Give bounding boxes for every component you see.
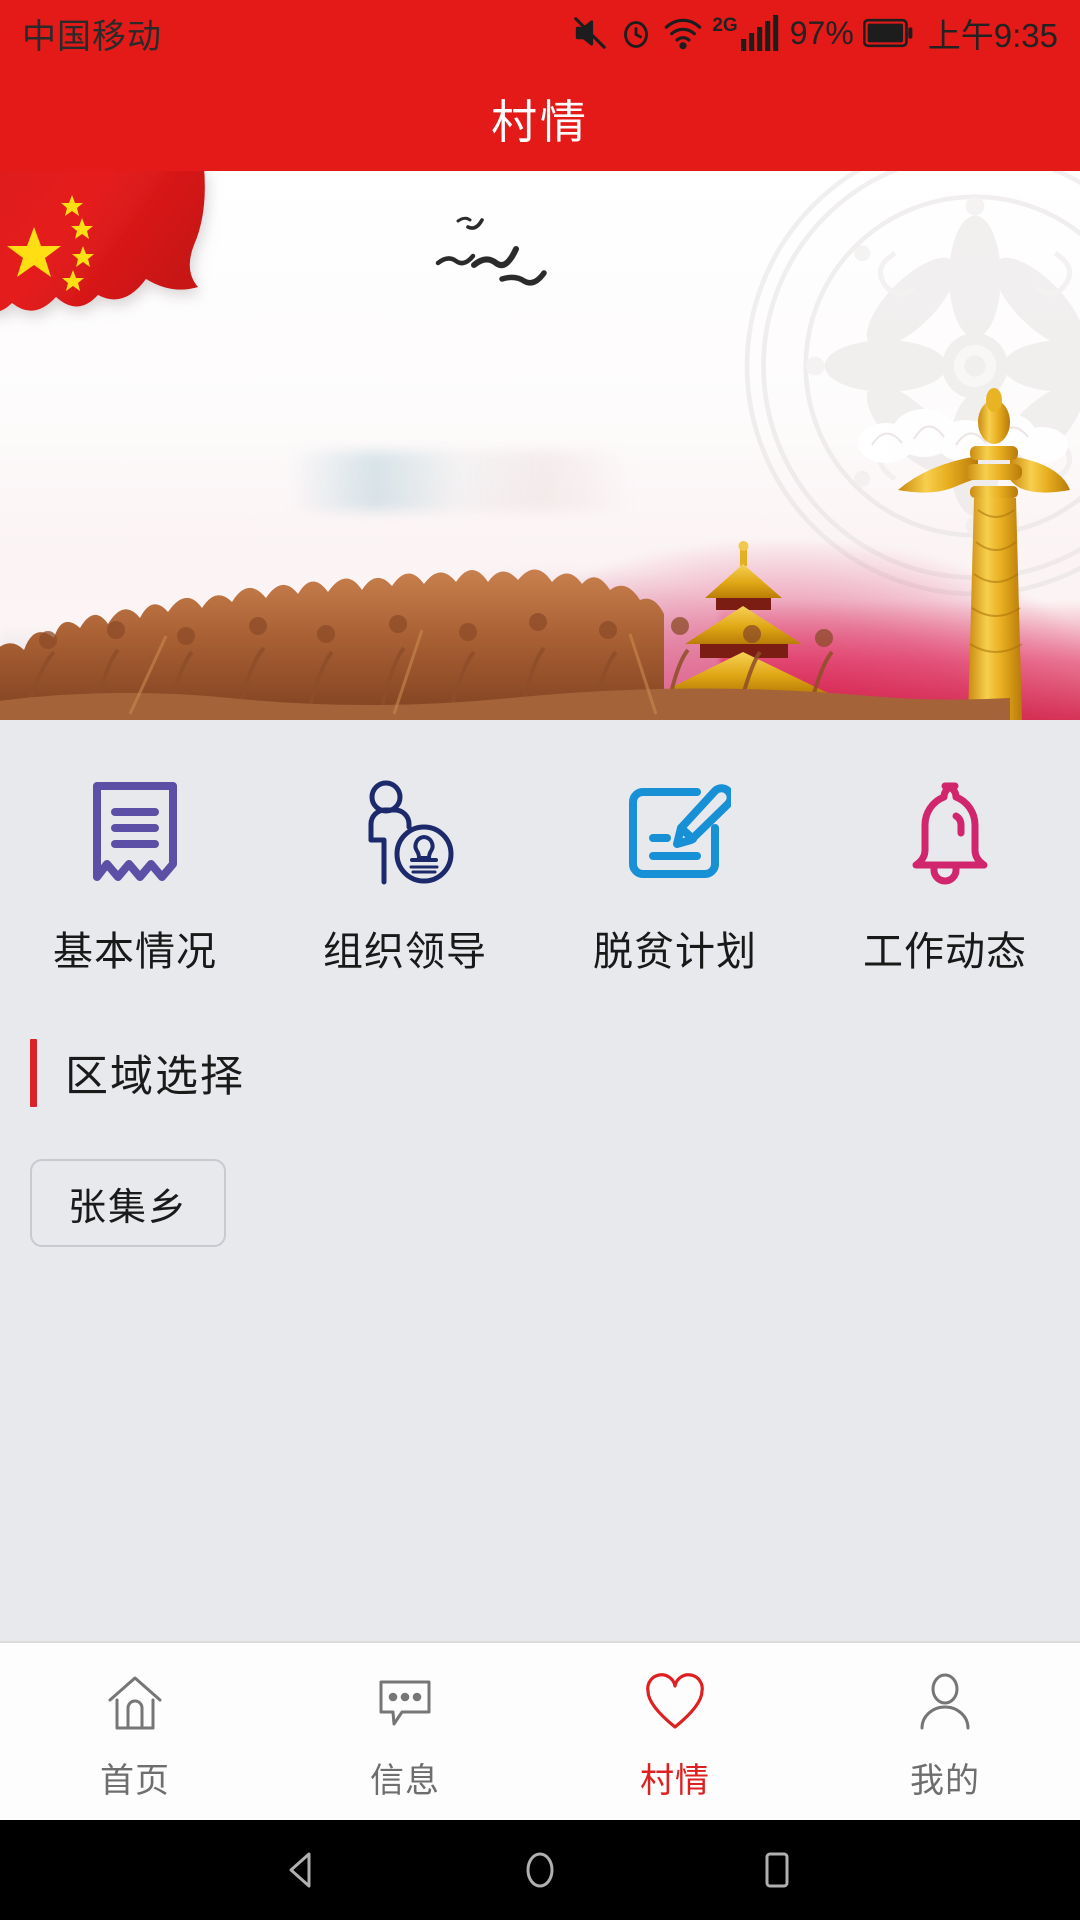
battery-icon	[862, 18, 913, 48]
status-icons: 2G 97% 上午9:35	[571, 9, 1058, 57]
section-accent-bar	[30, 1039, 37, 1107]
tab-label: 首页	[100, 1762, 170, 1800]
heart-icon	[639, 1667, 711, 1739]
app-header: 村情	[0, 66, 1080, 171]
banner-image	[0, 171, 1080, 720]
tile-basic-info[interactable]: 基本情况	[0, 775, 270, 977]
tab-label: 村情	[640, 1762, 710, 1800]
tab-messages[interactable]: 信息	[270, 1661, 540, 1802]
home-button[interactable]	[504, 1834, 576, 1906]
mute-icon	[571, 14, 609, 52]
android-nav-bar	[0, 1820, 1080, 1920]
status-bar: 中国移动 2G 97% 上午9:35	[0, 0, 1080, 66]
monument-relief-icon	[0, 569, 1010, 720]
feature-tiles: 基本情况 组织领导 脱贫计划 工作动态	[0, 720, 1080, 977]
receipt-icon	[75, 775, 195, 893]
flying-birds-icon	[435, 216, 547, 286]
carrier-label: 中国移动	[22, 17, 162, 56]
bell-icon	[885, 775, 1005, 893]
wifi-icon	[663, 16, 703, 50]
tab-home[interactable]: 首页	[0, 1661, 270, 1802]
chat-icon	[369, 1667, 441, 1739]
person-stamp-icon	[345, 775, 465, 893]
tab-village[interactable]: 村情	[540, 1661, 810, 1802]
alarm-icon	[618, 15, 654, 51]
page-title: 村情	[491, 95, 589, 148]
person-icon	[909, 1667, 981, 1739]
back-button[interactable]	[267, 1834, 339, 1906]
tile-organization-leadership[interactable]: 组织领导	[270, 775, 540, 977]
battery-percent-label: 97%	[789, 14, 854, 51]
region-option-button[interactable]: 张集乡	[30, 1159, 226, 1247]
phone-screen: 中国移动 2G 97% 上午9:35 村情 基本情况 组织领导 脱贫计划 工作动…	[0, 0, 1080, 1920]
china-flag-icon	[0, 171, 205, 311]
tab-profile[interactable]: 我的	[810, 1661, 1080, 1802]
document-pencil-icon	[615, 775, 735, 893]
tile-label: 组织领导	[323, 930, 487, 974]
section-title: 区域选择	[65, 1053, 245, 1101]
distant-town-haze	[290, 451, 630, 511]
region-section-header: 区域选择	[30, 1039, 1080, 1107]
tab-label: 信息	[370, 1762, 440, 1800]
tile-work-updates[interactable]: 工作动态	[810, 775, 1080, 977]
tile-label: 工作动态	[863, 930, 1027, 974]
bottom-tab-bar: 首页 信息 村情 我的	[0, 1641, 1080, 1820]
network-type-label: 2G	[712, 15, 738, 36]
signal-icon	[740, 15, 781, 51]
tile-poverty-plan[interactable]: 脱贫计划	[540, 775, 810, 977]
main-content: 基本情况 组织领导 脱贫计划 工作动态 区域选择 张集乡	[0, 720, 1080, 1641]
tile-label: 脱贫计划	[593, 930, 757, 974]
region-options: 张集乡	[0, 1107, 1080, 1247]
recents-button[interactable]	[741, 1834, 813, 1906]
home-icon	[99, 1667, 171, 1739]
tab-label: 我的	[910, 1762, 980, 1800]
tile-label: 基本情况	[53, 930, 217, 974]
clock-label: 上午9:35	[927, 17, 1058, 54]
